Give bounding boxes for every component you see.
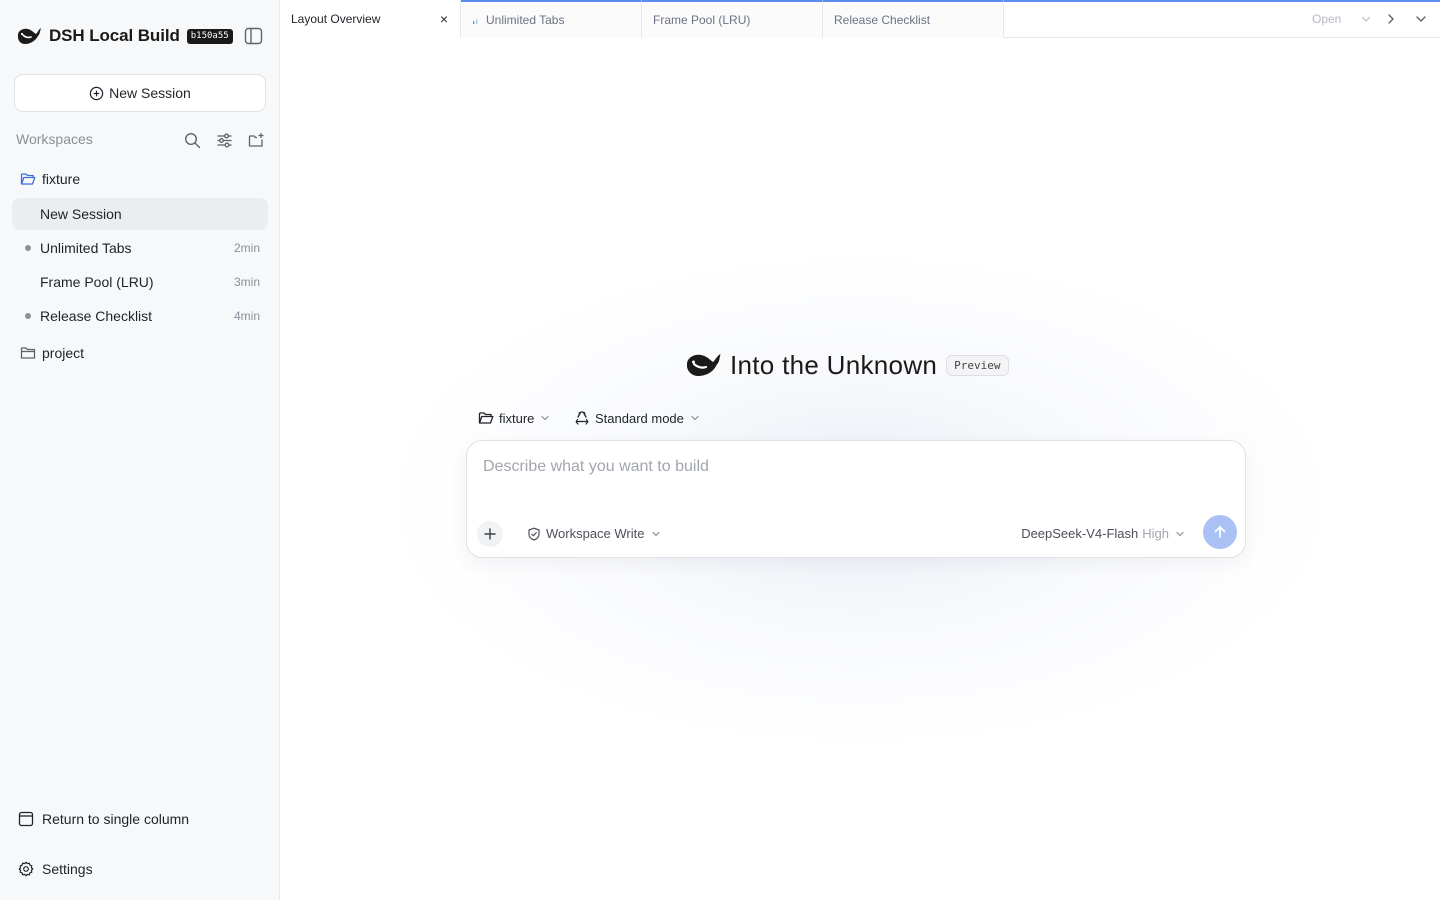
loading-icon — [473, 19, 478, 24]
tab-release-checklist[interactable]: Release Checklist — [823, 0, 1004, 38]
status-dot — [25, 245, 31, 251]
tab-label: Release Checklist — [834, 13, 931, 27]
mode-select-value: Standard mode — [595, 410, 684, 426]
workspace-project[interactable]: project — [20, 343, 84, 363]
folder-open-icon — [478, 412, 494, 424]
hero-heading: Into the Unknown Preview — [685, 347, 1009, 383]
recycle-icon — [575, 411, 589, 425]
preview-badge: Preview — [946, 354, 1009, 376]
app-title: DSH Local Build — [49, 26, 180, 45]
prompt-input[interactable] — [483, 458, 1183, 476]
new-session-label: New Session — [109, 85, 191, 101]
session-time: 2min — [233, 241, 260, 255]
folder-icon — [20, 347, 36, 359]
hero-title: Into the Unknown — [730, 349, 938, 380]
chevron-down-icon[interactable] — [1358, 11, 1374, 27]
whale-logo-icon — [687, 354, 721, 376]
plus-circle-icon — [89, 86, 104, 100]
model-select[interactable]: DeepSeek-V4-Flash High — [1021, 526, 1185, 541]
search-icon[interactable] — [182, 130, 202, 150]
tab-accent-strip — [1004, 0, 1440, 2]
chevron-down-icon — [541, 415, 550, 421]
tab-frame-pool[interactable]: Frame Pool (LRU) — [642, 0, 823, 38]
session-time: 4min — [233, 309, 260, 323]
shield-icon — [528, 527, 540, 541]
model-effort: High — [1142, 526, 1169, 541]
tab-label: Layout Overview — [291, 12, 381, 26]
mode-select[interactable]: Standard mode — [574, 408, 700, 428]
return-single-column-label: Return to single column — [42, 811, 190, 827]
whale-logo-icon — [18, 28, 41, 44]
build-badge: b150a55 — [186, 28, 233, 44]
session-item-release-checklist[interactable]: Release Checklist 4min — [12, 300, 268, 332]
session-label: Unlimited Tabs — [40, 240, 132, 256]
composer: Workspace Write DeepSeek-V4-Flash High — [466, 440, 1246, 558]
chevron-right-icon[interactable] — [1383, 11, 1399, 27]
chevron-down-icon — [1176, 531, 1184, 536]
session-item-unlimited-tabs[interactable]: Unlimited Tabs 2min — [12, 232, 268, 264]
open-menu-label[interactable]: Open — [1312, 12, 1341, 26]
chevron-down-icon[interactable] — [1413, 11, 1429, 27]
session-label: Release Checklist — [40, 308, 153, 324]
session-label: Frame Pool (LRU) — [40, 274, 154, 290]
settings-label: Settings — [42, 861, 93, 877]
folder-open-icon — [20, 173, 36, 185]
tab-layout-overview[interactable]: Layout Overview × — [280, 0, 461, 38]
arrow-up-icon — [1214, 526, 1226, 538]
tab-label: Unlimited Tabs — [486, 13, 565, 27]
add-attachment-button[interactable] — [477, 521, 503, 547]
workspace-select[interactable]: fixture — [478, 408, 550, 428]
permission-select[interactable]: Workspace Write — [527, 526, 661, 541]
session-label: New Session — [40, 206, 122, 222]
chevron-down-icon — [691, 415, 699, 421]
new-session-button[interactable]: New Session — [14, 74, 266, 112]
close-icon[interactable]: × — [440, 12, 448, 26]
tab-label: Frame Pool (LRU) — [653, 13, 751, 27]
plus-icon — [484, 528, 496, 540]
session-item-frame-pool[interactable]: Frame Pool (LRU) 3min — [12, 266, 268, 298]
workspaces-header: Workspaces — [16, 131, 266, 149]
permission-value: Workspace Write — [546, 526, 645, 541]
send-button[interactable] — [1203, 515, 1237, 549]
workspace-select-value: fixture — [499, 410, 535, 426]
gear-icon — [18, 861, 34, 877]
brand: DSH Local Build b150a55 — [16, 22, 233, 50]
tab-unlimited-tabs[interactable]: Unlimited Tabs — [461, 0, 642, 38]
workspace-name: fixture — [42, 171, 81, 187]
workspace-name: project — [42, 345, 85, 361]
model-name: DeepSeek-V4-Flash — [1021, 526, 1139, 541]
chevron-down-icon — [651, 531, 660, 536]
new-folder-icon[interactable] — [246, 130, 266, 150]
tab-bar: Layout Overview × Unlimited Tabs Frame P… — [280, 0, 1440, 38]
status-dot — [25, 313, 31, 319]
return-single-column-button[interactable]: Return to single column — [18, 809, 189, 829]
session-time: 3min — [233, 275, 260, 289]
layout-column-icon — [18, 811, 34, 827]
settings-button[interactable]: Settings — [18, 859, 93, 879]
workspaces-title: Workspaces — [16, 131, 93, 147]
sidebar: DSH Local Build b150a55 New Session Work… — [0, 0, 280, 900]
session-item-new-session[interactable]: New Session — [12, 198, 268, 230]
workspace-fixture[interactable]: fixture — [20, 169, 80, 189]
sliders-icon[interactable] — [214, 130, 234, 150]
sidebar-toggle-icon[interactable] — [244, 27, 263, 45]
